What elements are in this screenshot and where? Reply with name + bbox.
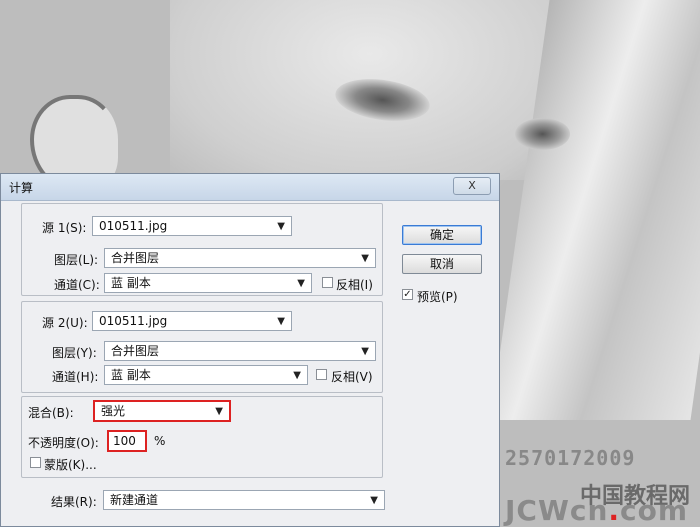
source1-invert-checkbox[interactable] <box>322 277 333 288</box>
source2-file-value: 010511.jpg <box>99 314 168 328</box>
cancel-button[interactable]: 取消 <box>402 254 482 274</box>
opacity-input[interactable]: 100 <box>107 430 147 452</box>
close-button[interactable]: X <box>453 177 491 195</box>
result-select[interactable]: 新建通道 ▼ <box>103 490 385 510</box>
preview-label: 预览(P) <box>417 290 458 304</box>
chevron-down-icon: ▼ <box>277 221 285 232</box>
source2-layer-select[interactable]: 合并图层 ▼ <box>104 341 376 361</box>
mask-checkbox[interactable] <box>30 457 41 468</box>
source1-channel-value: 蓝 副本 <box>111 276 151 290</box>
source2-channel-label: 通道(H): <box>52 370 99 384</box>
chevron-down-icon: ▼ <box>293 370 301 381</box>
blending-mode-value: 强光 <box>101 404 126 418</box>
result-label: 结果(R): <box>51 495 97 509</box>
source1-channel-select[interactable]: 蓝 副本 ▼ <box>104 273 312 293</box>
source2-layer-value: 合并图层 <box>111 344 160 358</box>
preview-checkbox[interactable]: ✓ <box>402 289 413 300</box>
source1-file-value: 010511.jpg <box>99 219 168 233</box>
source2-invert-checkbox[interactable] <box>316 369 327 380</box>
blending-group: 混合(B): 强光 ▼ 不透明度(O): 100 % 蒙版(K)... <box>21 396 383 478</box>
dialog-title: 计算 <box>9 181 34 195</box>
right-eye-shape <box>515 118 570 150</box>
chevron-down-icon: ▼ <box>361 253 369 264</box>
calculations-dialog: 计算 X 源 1(S): 010511.jpg ▼ 图层(L): 合并图层 ▼ … <box>0 173 500 527</box>
source2-invert-label: 反相(V) <box>331 370 373 384</box>
watermark-brand-prefix: JCWcn <box>505 494 609 527</box>
source1-group: 源 1(S): 010511.jpg ▼ 图层(L): 合并图层 ▼ 通道(C)… <box>21 203 383 296</box>
watermark-brand-suffix: com <box>620 494 689 527</box>
source2-group: 源 2(U): 010511.jpg ▼ 图层(Y): 合并图层 ▼ 通道(H)… <box>21 301 383 393</box>
source2-label: 源 2(U): <box>42 316 88 330</box>
chevron-down-icon: ▼ <box>215 406 223 417</box>
result-value: 新建通道 <box>110 493 159 507</box>
source2-channel-select[interactable]: 蓝 副本 ▼ <box>104 365 308 385</box>
blending-mode-select[interactable]: 强光 ▼ <box>93 400 231 422</box>
source1-file-select[interactable]: 010511.jpg ▼ <box>92 216 292 236</box>
watermark-brand: JCWcn.com <box>505 494 688 527</box>
source2-channel-value: 蓝 副本 <box>111 368 151 382</box>
watermark-brand-dot: . <box>608 494 621 527</box>
mask-label[interactable]: 蒙版(K)... <box>44 456 97 473</box>
opacity-label: 不透明度(O): <box>28 436 99 450</box>
opacity-unit: % <box>154 434 166 448</box>
source1-layer-select[interactable]: 合并图层 ▼ <box>104 248 376 268</box>
watermark-number: 2570172009 <box>505 446 636 470</box>
chevron-down-icon: ▼ <box>277 316 285 327</box>
dialog-titlebar[interactable]: 计算 X <box>1 174 499 201</box>
source1-layer-value: 合并图层 <box>111 251 160 265</box>
chevron-down-icon: ▼ <box>297 278 305 289</box>
ok-button[interactable]: 确定 <box>402 225 482 245</box>
source1-layer-label: 图层(L): <box>54 253 99 267</box>
chevron-down-icon: ▼ <box>361 346 369 357</box>
blending-label: 混合(B): <box>28 406 74 420</box>
chevron-down-icon: ▼ <box>370 495 378 506</box>
source1-invert-label: 反相(I) <box>336 278 373 292</box>
source1-channel-label: 通道(C): <box>54 278 100 292</box>
source1-label: 源 1(S): <box>42 221 87 235</box>
source2-file-select[interactable]: 010511.jpg ▼ <box>92 311 292 331</box>
source2-layer-label: 图层(Y): <box>52 346 97 360</box>
